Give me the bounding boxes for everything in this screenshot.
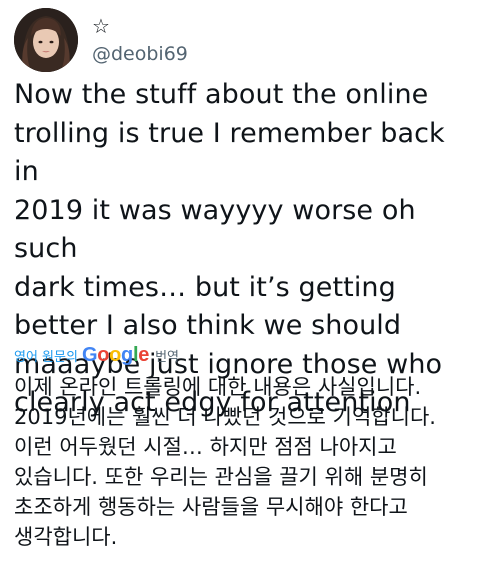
display-name[interactable]: ☆ <box>92 14 188 38</box>
google-logo-letter: G <box>81 343 98 366</box>
user-handle[interactable]: @deobi69 <box>92 42 188 66</box>
tweet-text: Now the stuff about the online trolling … <box>14 79 445 418</box>
tweet-header: ☆ @deobi69 <box>14 8 188 72</box>
google-logo-letter: e <box>138 343 150 366</box>
translated-text: 이제 온라인 트롤링에 대한 내용은 사실입니다. 2019년에는 훨씬 더 나… <box>14 375 436 549</box>
google-logo-letter: o <box>97 343 110 366</box>
tweet-card: ☆ @deobi69 Now the stuff about the onlin… <box>0 0 480 567</box>
google-logo-letter: o <box>109 343 122 366</box>
avatar[interactable] <box>14 8 78 72</box>
google-logo: Google <box>82 344 149 367</box>
avatar-image <box>14 8 78 72</box>
translation-source-label: 영어 원문의 <box>14 349 78 365</box>
google-logo-letter: g <box>121 343 133 366</box>
translation-label: 번역 <box>155 349 179 365</box>
user-info[interactable]: ☆ @deobi69 <box>92 8 188 72</box>
translation-attribution[interactable]: 영어 원문의 Google 번역 <box>14 344 179 366</box>
